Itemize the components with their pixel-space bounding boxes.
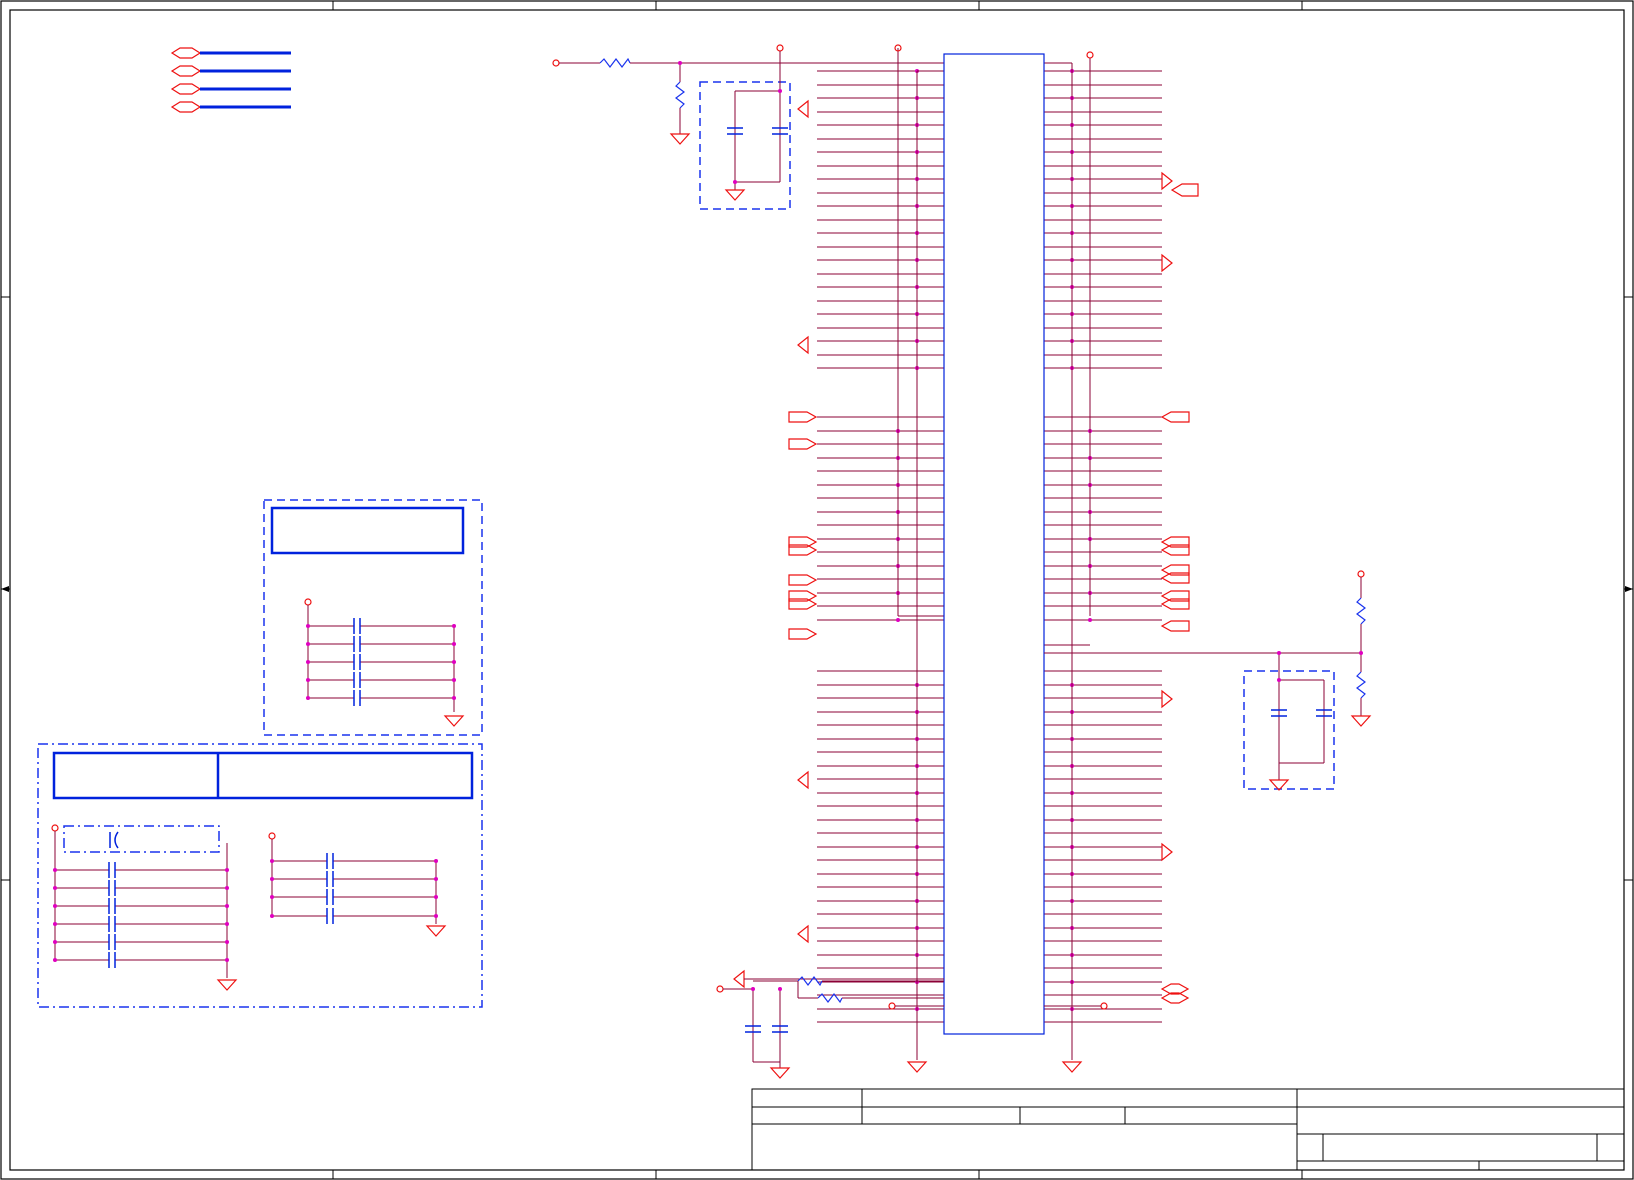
bottom-reset-network (716, 976, 1108, 1079)
ground-icon (724, 189, 746, 201)
output-port-icon (1161, 171, 1173, 191)
right-decoupling (1243, 651, 1335, 791)
capacitor-icon (108, 898, 116, 914)
input-port-icon (1160, 411, 1190, 423)
capacitor-icon (326, 871, 334, 887)
drawing-frame (0, 0, 1634, 1180)
capacitor-icon (108, 916, 116, 932)
bidirectional-port-icon (170, 65, 202, 77)
ground-icon (906, 1061, 928, 1073)
ground-icon (216, 979, 238, 991)
arrow-icon (1, 586, 9, 592)
output-port-icon (1161, 689, 1173, 709)
ground-icon (443, 715, 465, 727)
input-port-icon (788, 438, 818, 450)
schematic-canvas (0, 0, 1634, 1180)
net-node (306, 624, 310, 628)
ic-body (943, 53, 1045, 1035)
net-node (452, 678, 456, 682)
capacitor-icon (353, 690, 361, 706)
ground-icon (1350, 715, 1372, 727)
net-node (225, 958, 229, 962)
net-node (53, 886, 57, 890)
capacitor-icon (353, 618, 361, 634)
decoupling-block-a (263, 499, 483, 736)
net-node (270, 877, 274, 881)
net-node (452, 624, 456, 628)
ground-icon (425, 925, 447, 937)
resistor-icon (675, 81, 685, 109)
net-node (434, 877, 438, 881)
ground-icon (669, 133, 691, 145)
ground-icon (1061, 1061, 1083, 1073)
right-pullup-network (1044, 570, 1372, 727)
net-node (225, 868, 229, 872)
output-port-icon (797, 99, 809, 119)
capacitor-icon (108, 934, 116, 950)
input-port-icon (1160, 620, 1190, 632)
net-node (452, 696, 456, 700)
decoupling-block-b (37, 743, 483, 1008)
net-node (53, 922, 57, 926)
net-node (225, 904, 229, 908)
net-node (434, 895, 438, 899)
net-label-bus (170, 47, 291, 113)
bidirectional-port-icon (170, 83, 202, 95)
net-node (270, 895, 274, 899)
top-input-network (552, 57, 944, 145)
output-port-icon (733, 969, 745, 989)
net-node (434, 859, 438, 863)
net-node (225, 940, 229, 944)
input-port-icon (788, 574, 818, 586)
frame-zone-ticks (1, 1, 1633, 1179)
capacitor-icon (108, 862, 116, 878)
resistor-icon (1356, 597, 1366, 625)
capacitor-icon (353, 672, 361, 688)
top-decoupling (699, 44, 791, 210)
title-block (751, 1088, 1625, 1171)
capacitor-icon (326, 889, 334, 905)
capacitor-icon (353, 654, 361, 670)
net-node (53, 904, 57, 908)
input-port-icon (1170, 183, 1199, 197)
net-node (452, 642, 456, 646)
capacitor-icon (109, 831, 119, 849)
net-node (53, 958, 57, 962)
net-node (452, 660, 456, 664)
net-node (306, 642, 310, 646)
net-node (1088, 618, 1092, 622)
resistor-icon (599, 57, 631, 68)
capacitor-icon (326, 853, 334, 869)
input-port-icon (788, 628, 818, 640)
input-port-icon (788, 411, 818, 423)
net-node (53, 868, 57, 872)
output-port-icon (1161, 253, 1173, 273)
net-node (270, 914, 274, 918)
net-node (53, 940, 57, 944)
net-node (306, 678, 310, 682)
arrow-icon (1625, 586, 1633, 592)
bidirectional-port-icon (170, 101, 202, 113)
net-node (306, 696, 310, 700)
output-port-icon (1161, 842, 1173, 862)
net-node (225, 922, 229, 926)
net-node (306, 660, 310, 664)
capacitor-icon (108, 952, 116, 968)
capacitor-icon (326, 908, 334, 924)
main-ic (817, 44, 1162, 1073)
output-port-icon (797, 335, 809, 355)
net-node (434, 914, 438, 918)
capacitor-icon (108, 880, 116, 896)
ground-icon (769, 1067, 791, 1079)
capacitor-icon (353, 636, 361, 652)
net-node (270, 859, 274, 863)
bidirectional-port-icon (170, 47, 202, 59)
net-node (896, 618, 900, 622)
output-port-icon (797, 770, 809, 790)
resistor-icon (797, 976, 823, 987)
resistor-icon (1356, 671, 1366, 699)
output-port-icon (797, 924, 809, 944)
net-node (225, 886, 229, 890)
